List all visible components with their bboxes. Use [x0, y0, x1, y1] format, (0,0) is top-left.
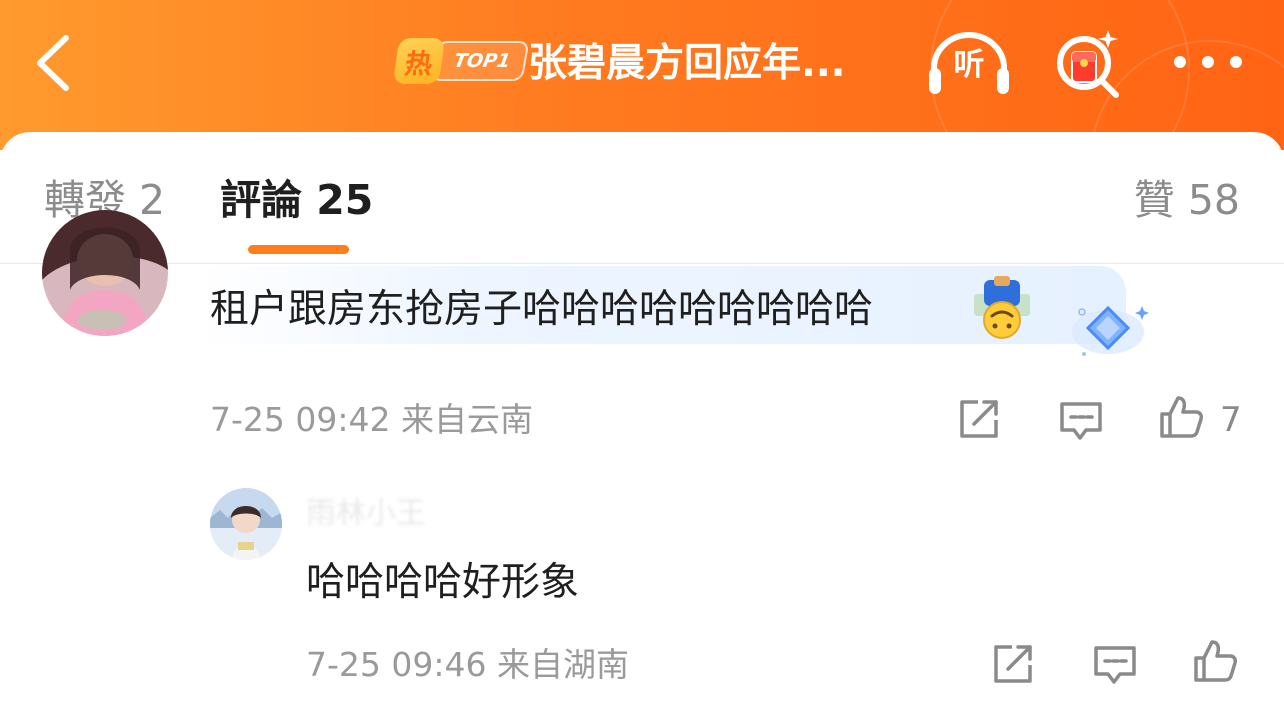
reply-text: 哈哈哈哈好形象 [306, 560, 580, 605]
tab-divider [0, 263, 1284, 264]
tab-likes[interactable]: 贊 58 [1134, 172, 1240, 228]
more-button[interactable] [1170, 42, 1246, 82]
comment-icon [1060, 402, 1102, 440]
like-button[interactable] [1192, 638, 1238, 684]
search-icon [1057, 30, 1119, 98]
share-button[interactable] [956, 396, 1002, 442]
hot-rank-badge[interactable]: 热 TOP1 [392, 36, 530, 86]
reply-avatar[interactable] [210, 488, 282, 560]
hot-icon: 热 [392, 38, 446, 84]
tab-comments[interactable]: 評論 25 [220, 172, 373, 228]
like-count: 7 [1220, 400, 1242, 440]
like-button[interactable] [1158, 394, 1204, 440]
page-title[interactable]: 张碧晨方回应年... [528, 36, 888, 92]
upside-down-face-emoji-icon [970, 276, 1034, 340]
listen-label: 听 [953, 47, 985, 83]
listen-button[interactable]: 听 [926, 28, 1012, 98]
back-button[interactable] [30, 28, 80, 98]
reply-button[interactable] [1058, 398, 1104, 444]
reply-button[interactable] [1092, 642, 1138, 688]
back-arrow-icon [37, 35, 69, 91]
top-navigation-bar: 热 TOP1 张碧晨方回应年... 听 [0, 0, 1284, 150]
tab-bar: 轉發 2 評論 25 贊 58 [0, 132, 1284, 264]
reply-username[interactable]: 雨林小王 [306, 494, 426, 534]
user-avatar-icon [210, 488, 282, 560]
share-icon [960, 400, 998, 438]
avatar[interactable] [42, 210, 168, 336]
search-button[interactable] [1052, 26, 1126, 100]
thumbs-up-icon [1160, 396, 1203, 438]
user-avatar-icon [42, 210, 168, 336]
diamond-decoration-icon [1062, 294, 1152, 366]
share-button[interactable] [990, 641, 1036, 687]
share-icon [994, 645, 1032, 683]
comment-meta: 7-25 09:42 来自云南 [210, 400, 533, 439]
active-tab-indicator [248, 245, 349, 254]
comment-text: 租户跟房东抢房子哈哈哈哈哈哈哈哈哈 [210, 287, 874, 332]
reply-meta: 7-25 09:46 来自湖南 [306, 645, 629, 684]
hot-rank-label: TOP1 [430, 41, 530, 81]
more-dots-icon [1174, 56, 1242, 68]
thumbs-up-icon [1194, 640, 1237, 682]
comment-icon [1094, 646, 1136, 684]
